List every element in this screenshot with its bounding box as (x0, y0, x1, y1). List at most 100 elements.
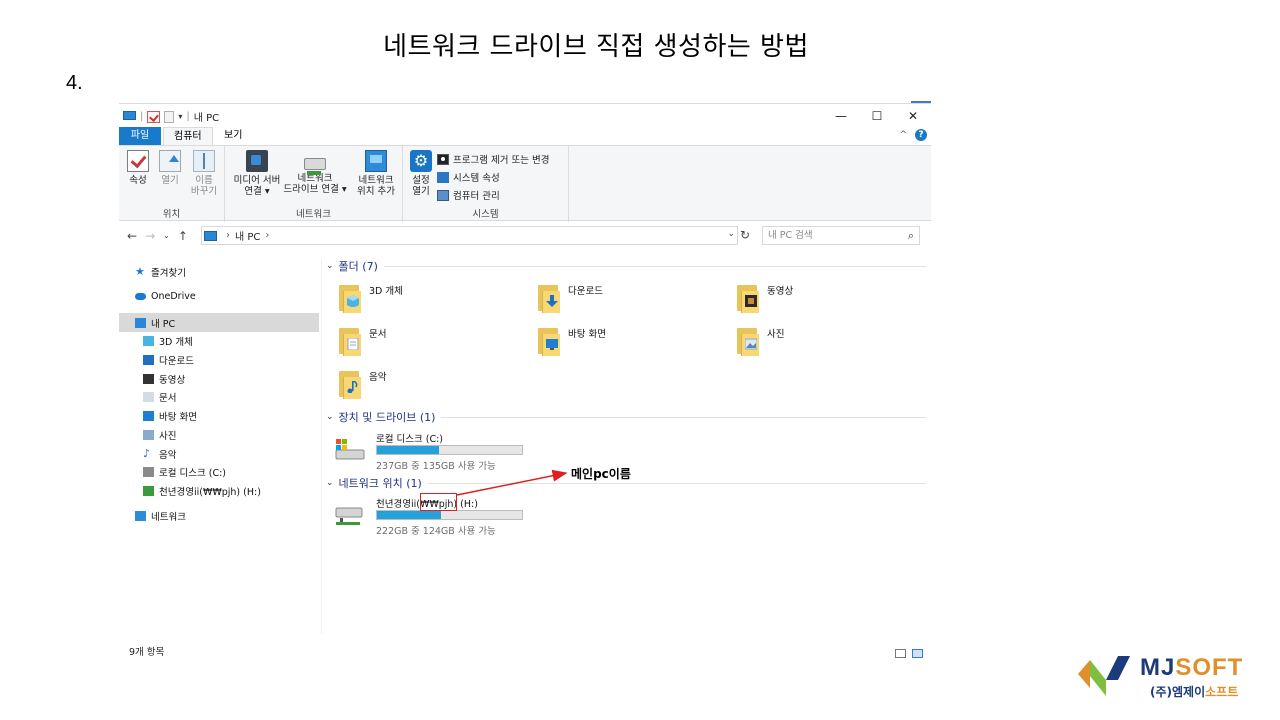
breadcrumb-separator-icon[interactable]: › (226, 230, 230, 241)
pc-icon (204, 230, 217, 241)
properties-button[interactable]: 속성 (125, 150, 151, 186)
open-settings-button[interactable]: 설정 열기 (407, 150, 435, 197)
nav-item[interactable]: 바탕 화면 (119, 406, 319, 425)
section-divider (383, 265, 926, 267)
annotation-highlight-box (420, 493, 457, 511)
close-button[interactable]: ✕ (895, 104, 931, 128)
nav-item[interactable]: 내 PC (119, 313, 319, 332)
drive-space-text: 222GB 중 124GB 사용 가능 (376, 526, 496, 537)
folder-label: 음악 (369, 372, 387, 383)
breadcrumb-separator-icon[interactable]: › (265, 230, 269, 241)
collapse-chevron-icon[interactable]: ⌄ (326, 261, 334, 271)
properties-quick-icon[interactable] (147, 110, 161, 123)
tab-file[interactable]: 파일 (119, 127, 161, 145)
document-icon (143, 391, 154, 402)
breadcrumb-item[interactable]: 내 PC (235, 228, 260, 243)
folder-tile[interactable]: 문서 (337, 322, 527, 360)
rename-icon (193, 150, 215, 172)
large-icons-view-icon[interactable] (912, 649, 923, 658)
folder-tile[interactable]: 동영상 (735, 279, 925, 317)
cube-icon (143, 335, 154, 346)
back-arrow-icon[interactable]: ← (127, 229, 137, 243)
pc-icon (123, 111, 136, 120)
network-drive-tile[interactable]: 천년경영ii(₩₩pjh) (H:) 222GB 중 124GB 사용 가능 (334, 496, 584, 537)
local-disk-icon (143, 466, 154, 477)
nav-item[interactable]: 3D 개체 (119, 331, 319, 350)
media-server-icon (246, 150, 268, 172)
window-controls: — ☐ ✕ (823, 104, 931, 128)
help-icon[interactable]: ? (915, 129, 927, 141)
folder-tile[interactable]: 사진 (735, 322, 925, 360)
minimize-button[interactable]: — (823, 104, 859, 128)
section-divider (441, 416, 926, 418)
folder-tile[interactable]: 바탕 화면 (536, 322, 726, 360)
search-input[interactable]: 내 PC 검색 ⌕ (762, 226, 920, 245)
collapse-chevron-icon[interactable]: ⌄ (326, 478, 334, 488)
nav-item[interactable]: 로컬 디스크 (C:) (119, 462, 319, 481)
open-button[interactable]: 열기 (157, 150, 183, 186)
nav-item[interactable]: 문서 (119, 387, 319, 406)
nav-item-label: OneDrive (151, 291, 196, 302)
collapse-ribbon-icon[interactable]: ^ (899, 130, 907, 140)
computer-management-link[interactable]: 컴퓨터 관리 (437, 186, 549, 204)
nav-item[interactable]: OneDrive (119, 287, 319, 306)
desktop-icon (546, 339, 558, 350)
gear-icon (410, 150, 432, 172)
address-bar[interactable]: › 내 PC › ⌄ (201, 226, 738, 245)
nav-item[interactable]: 네트워크 (119, 506, 319, 525)
music-icon: ♪ (143, 446, 151, 460)
folder-tile[interactable]: 3D 개체 (337, 279, 527, 317)
ribbon-group-system: 설정 열기 프로그램 제거 또는 변경 시스템 속성 컴퓨터 관리 시스템 (403, 146, 569, 222)
forward-arrow-icon[interactable]: → (145, 229, 155, 243)
rename-label: 이름 (195, 175, 213, 186)
folder-tile[interactable]: 음악 (337, 365, 527, 403)
brand-mark-text: MJ (1140, 654, 1176, 681)
nav-item[interactable]: 다운로드 (119, 350, 319, 369)
tab-computer[interactable]: 컴퓨터 (163, 127, 213, 145)
new-folder-quick-icon[interactable] (164, 110, 175, 123)
map-network-drive-button[interactable]: 네트워크 드라이브 연결 ▾ (283, 150, 347, 195)
folder-tile[interactable]: 다운로드 (536, 279, 726, 317)
rename-button[interactable]: 이름 바꾸기 (187, 150, 221, 197)
tab-view[interactable]: 보기 (214, 127, 252, 145)
group-label-system: 시스템 (472, 209, 499, 220)
address-dropdown-icon[interactable]: ⌄ (727, 229, 735, 239)
folder-icon (735, 281, 759, 313)
add-network-location-button[interactable]: 네트워크 위치 추가 (351, 150, 401, 197)
devices-section-header[interactable]: ⌄ 장치 및 드라이브 (1) (326, 409, 926, 425)
local-disk-tile[interactable]: 로컬 디스크 (C:) 237GB 중 135GB 사용 가능 (334, 431, 584, 472)
cloud-icon (135, 293, 146, 300)
recent-locations-chevron-icon[interactable]: ⌄ (163, 229, 170, 243)
up-arrow-icon[interactable]: ↑ (178, 229, 188, 243)
nav-item[interactable]: 동영상 (119, 369, 319, 388)
system-properties-link[interactable]: 시스템 속성 (437, 168, 549, 186)
network-drive-icon (335, 507, 363, 525)
collapse-chevron-icon[interactable]: ⌄ (326, 412, 334, 422)
nav-item[interactable]: 천년경영ii(₩₩pjh) (H:) (119, 481, 319, 500)
nav-item[interactable]: ★ 즐겨찾기 (119, 262, 319, 281)
drive-usage-bar (376, 510, 523, 520)
folder-icon (337, 281, 361, 313)
pc-icon (135, 317, 146, 328)
music-icon (347, 381, 358, 393)
add-location-label-2: 위치 추가 (357, 186, 395, 197)
details-view-icon[interactable] (895, 649, 906, 658)
maximize-button[interactable]: ☐ (859, 104, 895, 128)
nav-item[interactable]: 사진 (119, 425, 319, 444)
media-server-button[interactable]: 미디어 서버 연결 ▾ (229, 150, 285, 197)
nav-item[interactable]: ♪ 음악 (119, 444, 319, 463)
folders-section-header[interactable]: ⌄ 폴더 (7) (326, 258, 926, 274)
map-drive-label-2: 드라이브 연결 ▾ (283, 184, 347, 195)
media-server-label: 미디어 서버 (233, 175, 281, 186)
refresh-icon[interactable]: ↻ (740, 228, 750, 242)
uninstall-program-link[interactable]: 프로그램 제거 또는 변경 (437, 150, 549, 168)
properties-label: 속성 (129, 175, 147, 186)
slide-title: 네트워크 드라이브 직접 생성하는 방법 (383, 32, 809, 62)
customize-qat-icon[interactable]: ▾ (178, 112, 182, 121)
search-placeholder: 내 PC 검색 (768, 230, 813, 241)
settings-label: 설정 (412, 175, 430, 186)
status-bar-count: 9개 항목 (129, 647, 165, 658)
nav-item-label: 로컬 디스크 (C:) (159, 467, 226, 479)
settings-label-2: 열기 (412, 186, 430, 197)
film-icon (745, 295, 757, 307)
